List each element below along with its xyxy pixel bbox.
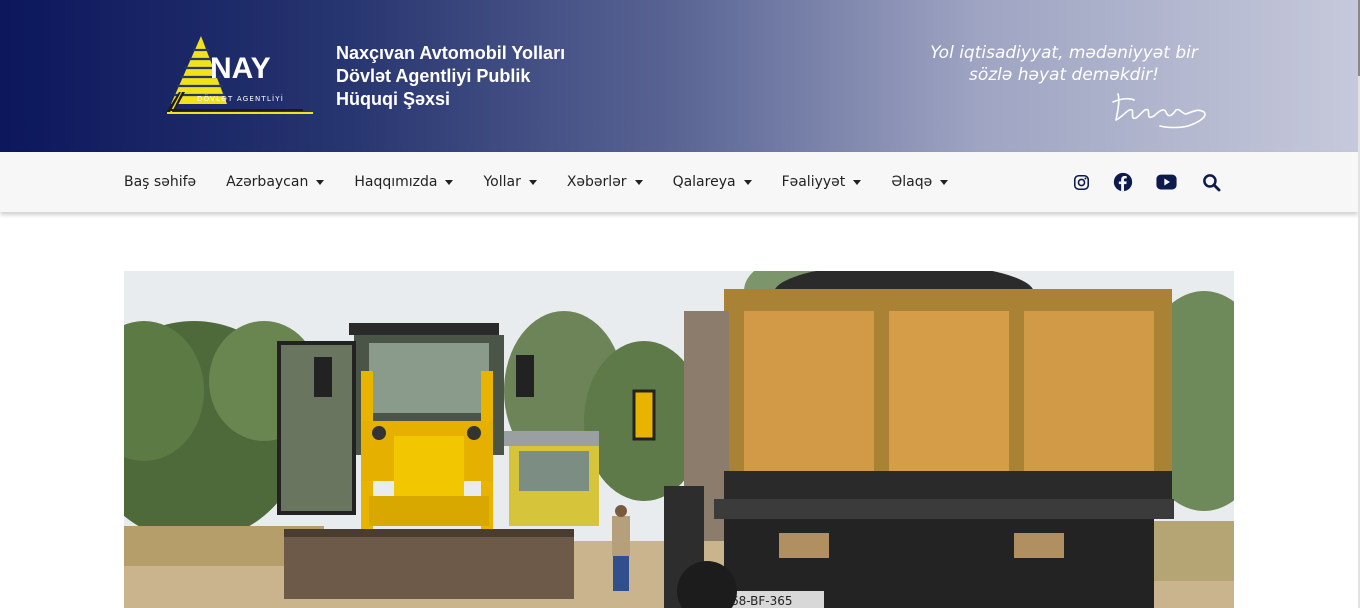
nay-logo[interactable]: NAY DÖVLƏT AGENTLİYİ — [163, 34, 315, 116]
hero-image: 68-BF-365 — [124, 271, 1234, 608]
nav-item-label: Azərbaycan — [226, 174, 309, 190]
logo-text: NAY — [210, 52, 271, 85]
motto: Yol iqtisadiyyat, mədəniyyət bir sözlə h… — [890, 42, 1238, 86]
agency-name-line-1: Naxçıvan Avtomobil Yolları — [336, 43, 566, 63]
caret-down-icon — [940, 179, 949, 185]
caret-down-icon — [634, 179, 643, 185]
nav-item-label: Fəaliyyət — [781, 174, 846, 190]
caret-down-icon — [445, 179, 454, 185]
nav-item-news[interactable]: Xəbərlər — [567, 152, 643, 212]
agency-name: Naxçıvan Avtomobil Yolları Dövlət Agentl… — [336, 42, 616, 111]
agency-name-line-2: Dövlət Agentliyi Publik — [336, 66, 531, 86]
instagram-icon[interactable] — [1070, 171, 1092, 193]
caret-down-icon — [743, 179, 752, 185]
license-plate: 68-BF-365 — [731, 594, 793, 608]
nav-item-about[interactable]: Haqqımızda — [354, 152, 454, 212]
nav-item-azerbaijan[interactable]: Azərbaycan — [226, 152, 325, 212]
nav-item-label: Baş səhifə — [124, 174, 197, 190]
logo-subtext: DÖVLƏT AGENTLİYİ — [197, 94, 284, 103]
motto-line-2: sözlə həyat deməkdir! — [969, 65, 1159, 85]
nav-item-contact[interactable]: Əlaqə — [891, 152, 949, 212]
motto-line-1: Yol iqtisadiyyat, mədəniyyət bir — [930, 43, 1198, 63]
main-navbar: Baş səhifə Azərbaycan Haqqımızda Yollar … — [0, 152, 1358, 212]
facebook-icon[interactable] — [1112, 171, 1134, 193]
nav-item-label: Əlaqə — [891, 174, 933, 190]
nav-item-gallery[interactable]: Qalareya — [673, 152, 752, 212]
site-header: NAY DÖVLƏT AGENTLİYİ Naxçıvan Avtomobil … — [0, 0, 1358, 152]
road-construction-photo: 68-BF-365 — [124, 271, 1234, 608]
search-icon[interactable] — [1200, 171, 1222, 193]
caret-down-icon — [853, 179, 862, 185]
signature — [1112, 93, 1206, 129]
caret-down-icon — [528, 179, 537, 185]
agency-name-line-3: Hüquqi Şəxsi — [336, 89, 451, 109]
caret-down-icon — [316, 179, 325, 185]
nav-item-home[interactable]: Baş səhifə — [124, 152, 196, 212]
nav-item-label: Qalareya — [672, 174, 736, 190]
nav-item-activity[interactable]: Fəaliyyət — [782, 152, 862, 212]
nav-item-label: Haqqımızda — [354, 174, 438, 190]
nav-menu: Baş səhifə Azərbaycan Haqqımızda Yollar … — [124, 152, 978, 212]
nav-item-roads[interactable]: Yollar — [483, 152, 537, 212]
youtube-icon[interactable] — [1154, 171, 1178, 193]
social-links — [1070, 152, 1222, 212]
nav-item-label: Yollar — [483, 174, 521, 190]
nav-item-label: Xəbərlər — [566, 174, 627, 190]
